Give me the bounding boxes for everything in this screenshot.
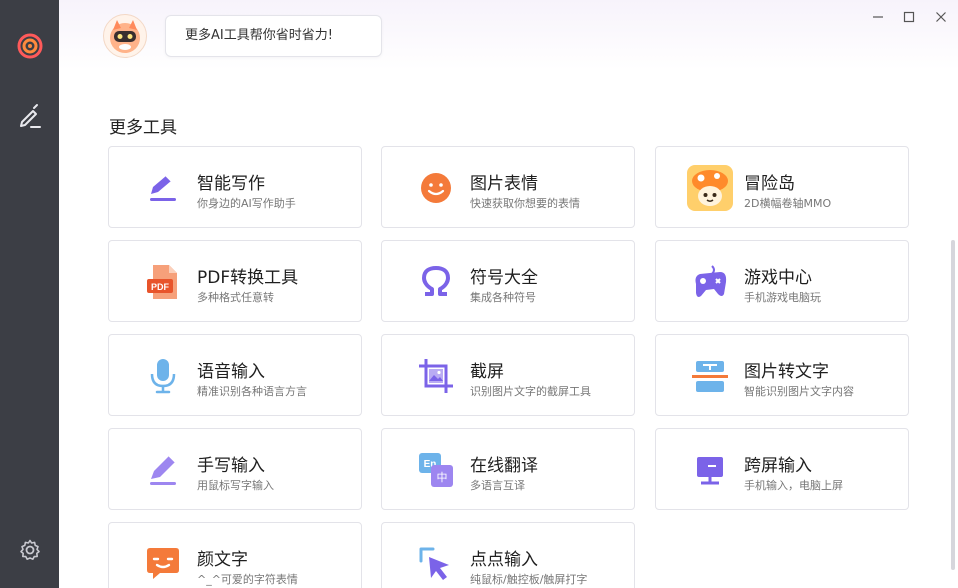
tool-desc: 2D横幅卷轴MMO bbox=[744, 197, 832, 210]
tool-desc: 智能识别图片文字内容 bbox=[744, 385, 854, 398]
tool-desc: ^_^可爱的字符表情 bbox=[197, 573, 298, 586]
rail-edit-button[interactable] bbox=[14, 100, 46, 132]
tool-name: PDF转换工具 bbox=[197, 268, 299, 288]
tool-name: 图片表情 bbox=[470, 174, 538, 194]
gear-icon bbox=[20, 539, 40, 560]
tool-desc: 多语言互译 bbox=[470, 479, 525, 492]
screenshot-crop-icon bbox=[416, 356, 456, 396]
tool-name: 在线翻译 bbox=[470, 456, 538, 476]
tool-name: 智能写作 bbox=[197, 174, 265, 194]
rail-home-button[interactable] bbox=[14, 30, 46, 62]
tool-desc: 手机输入，电脑上屏 bbox=[744, 479, 843, 492]
translate-zh-label: 中 bbox=[437, 471, 448, 484]
close-button[interactable] bbox=[929, 6, 953, 28]
cross-screen-monitor-icon bbox=[690, 450, 730, 490]
target-logo-icon bbox=[17, 33, 43, 59]
omega-symbol-icon bbox=[416, 262, 456, 302]
tool-card-image-to-text[interactable]: 图片转文字 智能识别图片文字内容 bbox=[655, 334, 909, 416]
assistant-bubble: 更多AI工具帮你省时省力! bbox=[165, 15, 382, 57]
gamepad-icon bbox=[690, 262, 730, 302]
tool-card-screenshot[interactable]: 截屏 识别图片文字的截屏工具 bbox=[381, 334, 635, 416]
pdf-file-icon: PDF bbox=[143, 262, 183, 302]
tool-card-translate[interactable]: En 中 在线翻译 多语言互译 bbox=[381, 428, 635, 510]
tool-card-maplestory[interactable]: 冒险岛 2D横幅卷轴MMO bbox=[655, 146, 909, 228]
minimize-icon bbox=[873, 16, 883, 18]
tool-desc: 快速获取你想要的表情 bbox=[470, 197, 580, 210]
assistant-avatar[interactable] bbox=[103, 14, 147, 58]
tool-name: 颜文字 bbox=[197, 550, 248, 570]
edit-pen-icon bbox=[20, 104, 41, 128]
tool-desc: 用鼠标写字输入 bbox=[197, 479, 274, 492]
tool-desc: 手机游戏电脑玩 bbox=[744, 291, 821, 304]
scrollbar[interactable] bbox=[951, 240, 955, 570]
tool-desc: 识别图片文字的截屏工具 bbox=[470, 385, 591, 398]
tool-name: 截屏 bbox=[470, 362, 504, 382]
handwriting-pen-icon bbox=[143, 450, 183, 490]
tool-name: 游戏中心 bbox=[744, 268, 812, 288]
minimize-button[interactable] bbox=[866, 6, 890, 28]
click-cursor-icon bbox=[416, 544, 456, 584]
maximize-icon bbox=[903, 11, 915, 23]
section-title: 更多工具 bbox=[109, 118, 177, 138]
tool-card-voice-input[interactable]: 语音输入 精准识别各种语言方言 bbox=[108, 334, 362, 416]
tool-name: 点点输入 bbox=[470, 550, 538, 570]
tool-name: 符号大全 bbox=[470, 268, 538, 288]
tool-desc: 纯鼠标/触控板/触屏打字 bbox=[470, 573, 588, 586]
maplestory-game-icon bbox=[686, 164, 734, 212]
maximize-button[interactable] bbox=[897, 6, 921, 28]
translate-icon: En 中 bbox=[416, 450, 456, 490]
rail-settings-button[interactable] bbox=[14, 534, 46, 566]
tool-card-image-emoji[interactable]: 图片表情 快速获取你想要的表情 bbox=[381, 146, 635, 228]
kaomoji-chat-icon bbox=[143, 544, 183, 584]
tool-card-smart-writing[interactable]: 智能写作 你身边的AI写作助手 bbox=[108, 146, 362, 228]
tool-desc: 集成各种符号 bbox=[470, 291, 536, 304]
tool-name: 图片转文字 bbox=[744, 362, 829, 382]
tool-desc: 精准识别各种语言方言 bbox=[197, 385, 307, 398]
tool-card-game-center[interactable]: 游戏中心 手机游戏电脑玩 bbox=[655, 240, 909, 322]
main-panel: 更多AI工具帮你省时省力! 更多工具 智能写作 你身边的AI写作助手 图片表情 … bbox=[59, 0, 958, 588]
tool-card-click-input[interactable]: 点点输入 纯鼠标/触控板/触屏打字 bbox=[381, 522, 635, 588]
tool-card-symbols[interactable]: 符号大全 集成各种符号 bbox=[381, 240, 635, 322]
tool-card-pdf-convert[interactable]: PDF PDF转换工具 多种格式任意转 bbox=[108, 240, 362, 322]
tool-name: 手写输入 bbox=[197, 456, 265, 476]
pdf-icon-label: PDF bbox=[151, 282, 170, 292]
image-to-text-icon bbox=[690, 356, 730, 396]
writing-pen-icon bbox=[143, 168, 183, 208]
tool-card-cross-screen[interactable]: 跨屏输入 手机输入，电脑上屏 bbox=[655, 428, 909, 510]
smiley-face-icon bbox=[416, 168, 456, 208]
robot-mascot-icon bbox=[110, 20, 140, 53]
tool-desc: 多种格式任意转 bbox=[197, 291, 274, 304]
tool-card-kaomoji[interactable]: 颜文字 ^_^可爱的字符表情 bbox=[108, 522, 362, 588]
microphone-icon bbox=[143, 356, 183, 396]
tool-name: 跨屏输入 bbox=[744, 456, 812, 476]
tool-desc: 你身边的AI写作助手 bbox=[197, 197, 296, 210]
tool-card-handwriting[interactable]: 手写输入 用鼠标写字输入 bbox=[108, 428, 362, 510]
side-rail bbox=[0, 0, 59, 588]
tool-name: 语音输入 bbox=[197, 362, 265, 382]
tool-name: 冒险岛 bbox=[744, 174, 795, 194]
close-icon bbox=[936, 12, 946, 22]
